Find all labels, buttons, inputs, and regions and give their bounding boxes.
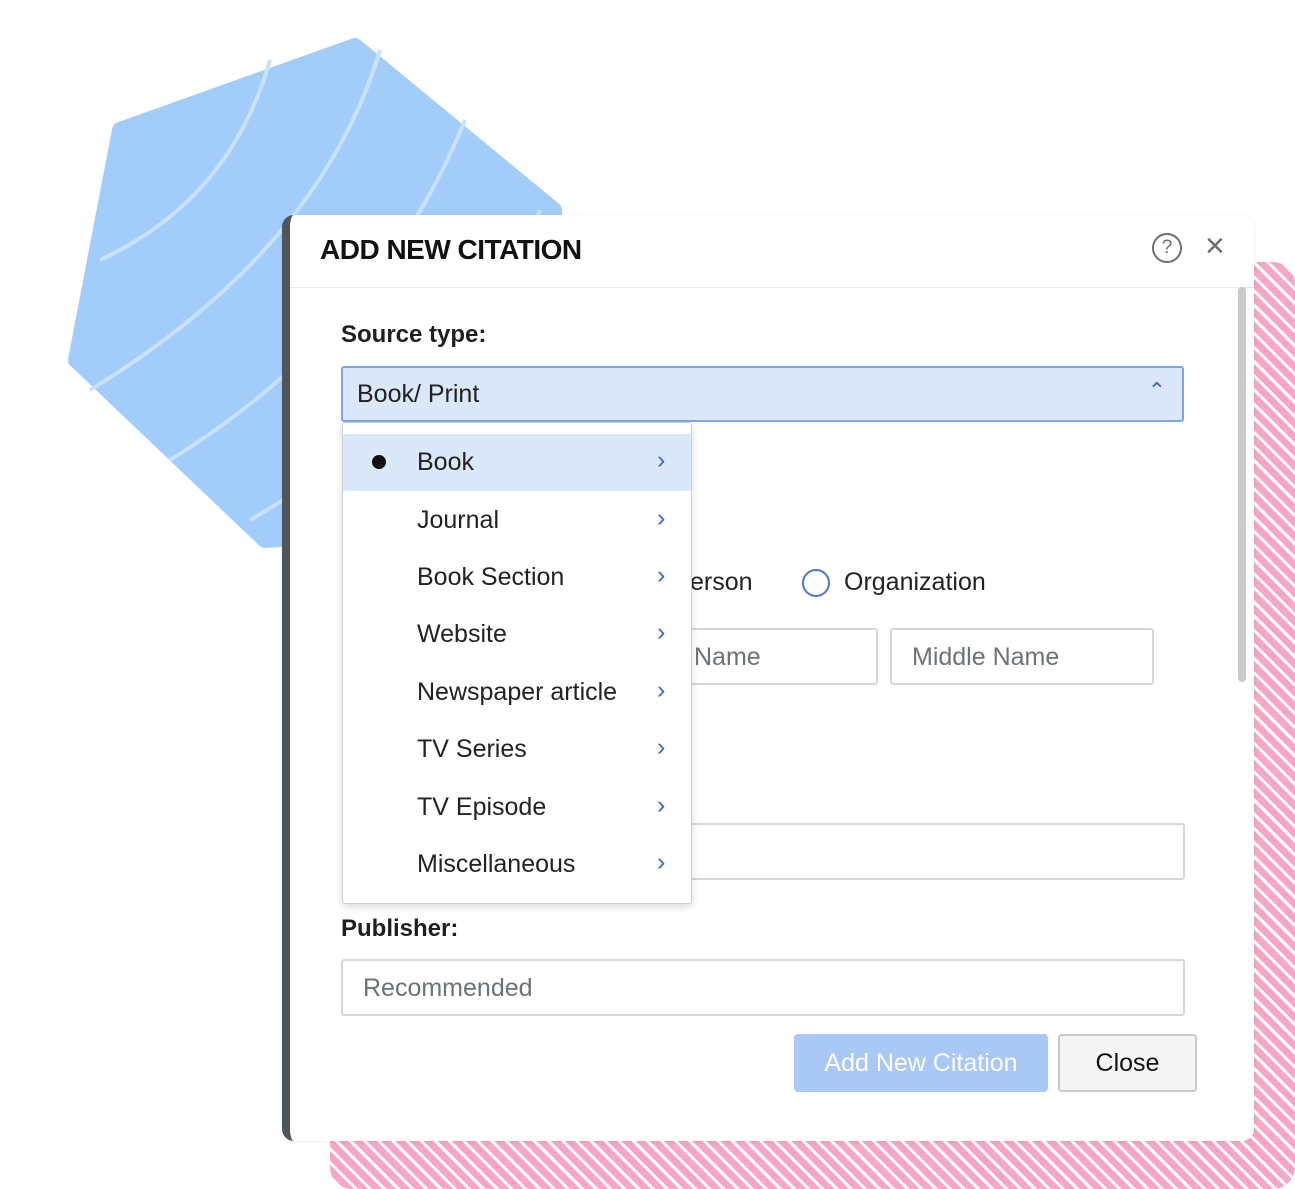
menu-item-label: Newspaper article (417, 678, 618, 706)
first-name-input[interactable]: Name (680, 628, 878, 685)
menu-item-label: Book (417, 448, 474, 476)
menu-item-website[interactable]: Website › (343, 606, 691, 663)
dialog-header: ADD NEW CITATION ? × (290, 215, 1254, 288)
organization-radio-label[interactable]: Organization (844, 568, 986, 597)
menu-item-journal[interactable]: Journal › (343, 492, 691, 549)
chevron-up-icon: ⌃ (1147, 378, 1166, 403)
close-button[interactable]: Close (1058, 1034, 1197, 1092)
person-radio-label[interactable]: erson (690, 568, 753, 597)
help-circle-icon[interactable]: ? (1152, 233, 1182, 263)
menu-item-book[interactable]: Book › (343, 434, 691, 491)
dialog-scrollbar[interactable] (1238, 287, 1246, 682)
chevron-right-icon: › (657, 618, 666, 646)
menu-item-label: TV Episode (417, 793, 547, 821)
publisher-label: Publisher: (341, 915, 459, 942)
source-type-value: Book/ Print (357, 380, 480, 408)
source-type-label: Source type: (341, 321, 487, 348)
menu-item-miscellaneous[interactable]: Miscellaneous › (343, 836, 691, 893)
title-input[interactable] (680, 823, 1185, 880)
menu-item-book-section[interactable]: Book Section › (343, 549, 691, 606)
middle-name-input[interactable]: Middle Name (890, 628, 1154, 685)
source-type-select[interactable]: Book/ Print ⌃ (341, 366, 1184, 422)
close-icon[interactable]: × (1205, 229, 1225, 263)
menu-item-label: Website (417, 620, 507, 648)
dialog-accent-bar (282, 215, 290, 285)
selected-dot-icon (372, 455, 386, 469)
menu-item-newspaper-article[interactable]: Newspaper article › (343, 664, 691, 721)
menu-item-tv-episode[interactable]: TV Episode › (343, 779, 691, 836)
menu-item-label: Journal (417, 506, 499, 534)
publisher-input[interactable]: Recommended (341, 959, 1185, 1016)
menu-item-tv-series[interactable]: TV Series › (343, 721, 691, 778)
chevron-right-icon: › (657, 446, 666, 474)
chevron-right-icon: › (657, 561, 666, 589)
menu-item-label: TV Series (417, 735, 527, 763)
chevron-right-icon: › (657, 676, 666, 704)
dialog-title: ADD NEW CITATION (320, 234, 582, 265)
menu-item-label: Book Section (417, 563, 565, 591)
chevron-right-icon: › (657, 791, 666, 819)
first-name-placeholder: Name (694, 643, 761, 671)
source-type-dropdown-menu: Book › Journal › Book Section › Website … (342, 422, 692, 904)
middle-name-placeholder: Middle Name (912, 643, 1060, 671)
chevron-right-icon: › (657, 504, 666, 532)
chevron-right-icon: › (657, 733, 666, 761)
publisher-placeholder: Recommended (363, 974, 533, 1002)
menu-item-label: Miscellaneous (417, 850, 576, 878)
add-new-citation-button[interactable]: Add New Citation (794, 1034, 1048, 1092)
organization-radio[interactable] (802, 569, 830, 597)
chevron-right-icon: › (657, 848, 666, 876)
